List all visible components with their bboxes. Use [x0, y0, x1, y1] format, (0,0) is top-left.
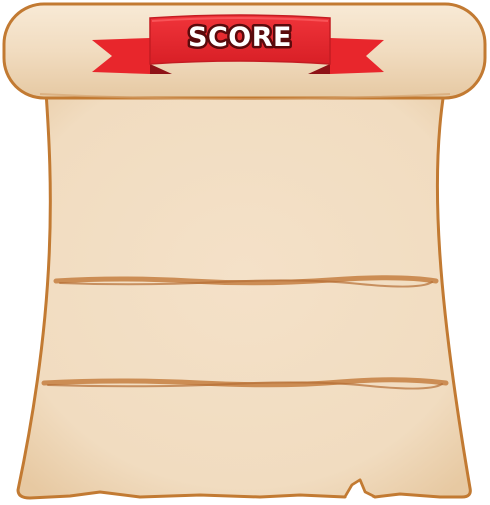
score-scroll-panel: SCORE [0, 0, 490, 505]
score-label: SCORE [188, 22, 292, 53]
parchment-sheet [16, 90, 472, 500]
